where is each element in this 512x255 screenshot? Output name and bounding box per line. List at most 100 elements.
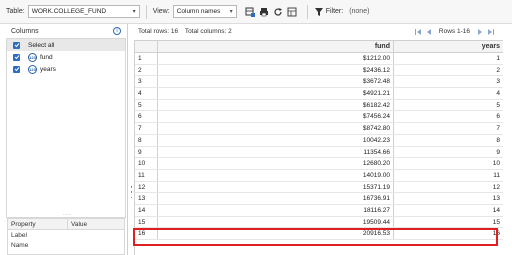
data-grid-pane: Total rows: 16 Total columns: 2 Rows 1-1… [134,24,506,255]
select-all-checkbox[interactable] [13,41,20,49]
row-number-cell: 7 [135,123,158,134]
years-cell: 4 [496,90,500,98]
filter-icon[interactable] [314,7,324,17]
view-select-value: Column names [176,8,221,15]
fund-cell: $3672.48 [158,76,394,88]
property-row: Label [11,231,27,239]
numeric-column-icon: 123 [28,52,37,62]
table-row[interactable]: 7 $8742.80 7 [135,123,503,135]
column-item-fund[interactable]: 123 fund [7,51,125,63]
grid-settings-icon[interactable] [287,7,297,17]
column-item-years[interactable]: 123 years [7,63,125,75]
previous-page-icon[interactable] [425,27,434,36]
table-properties-icon[interactable] [245,7,255,17]
row-number-cell: 14 [135,204,158,216]
properties-table: Property Value Label Name [7,218,125,255]
row-number-cell: 3 [135,76,158,88]
years-cell: 15 [492,218,500,226]
view-select[interactable]: Column names ▾ [172,5,237,18]
grid-header-row: fund years [135,41,503,53]
pager: Rows 1-16 [413,27,496,36]
row-number-cell: 5 [135,99,158,111]
table-row[interactable]: 11 14019.00 11 [135,169,503,182]
property-row: Name [11,241,29,249]
toolbar-divider [306,4,308,19]
select-all-label: Select all [28,41,55,49]
column-item-label: years [40,65,56,73]
table-row[interactable]: 2 $2436.12 2 [135,64,503,77]
view-label: View: [152,8,170,15]
table-row[interactable]: 12 15371.19 12 [135,181,503,194]
table-row[interactable]: 13 16736.91 13 [135,193,503,205]
years-cell: 7 [496,125,500,133]
toolbar: Table: WORK.COLLEGE_FUND ▾ View: Column … [0,0,512,24]
years-cell: 5 [496,101,500,109]
table-select-value: WORK.COLLEGE_FUND [31,8,107,15]
vertical-splitter-handle[interactable] [130,186,133,198]
total-columns: Total columns: 2 [184,28,232,35]
fund-cell: 16736.91 [158,193,394,204]
filter-label[interactable]: Filter: [326,8,344,15]
fund-cell: $6182.42 [158,99,394,111]
select-all-row[interactable]: Select all [7,39,125,51]
info-icon[interactable]: i [113,27,121,35]
table-row[interactable]: 1 $1212.00 1 [135,53,503,65]
fund-cell: 14019.00 [158,169,394,181]
years-cell: 12 [492,183,500,191]
table-select[interactable]: WORK.COLLEGE_FUND ▾ [27,5,140,18]
table-row[interactable]: 16 20916.53 16 [135,228,503,240]
years-checkbox[interactable] [13,65,20,73]
print-icon[interactable] [259,7,269,17]
row-number-cell: 6 [135,111,158,123]
years-cell: 16 [492,230,500,238]
years-cell: 14 [492,206,500,214]
table-row[interactable]: 5 $6182.42 5 [135,99,503,112]
chevron-down-icon: ▾ [229,9,233,15]
filter-value: (none) [349,8,370,15]
years-cell: 6 [496,113,500,121]
next-page-icon[interactable] [475,27,484,36]
value-column-header: Value [71,220,88,228]
fund-cell: 10042.23 [158,134,394,146]
total-rows: Total rows: 16 [138,28,179,35]
table-row[interactable]: 9 11354.66 9 [135,146,503,159]
table-row[interactable]: 10 12680.20 10 [135,158,503,170]
rows-range: Rows 1-16 [438,28,470,35]
row-number-cell: 1 [135,53,158,64]
refresh-icon[interactable] [273,7,283,17]
years-cell: 11 [493,171,500,179]
table-row[interactable]: 14 18116.27 14 [135,204,503,217]
row-number-cell: 9 [135,146,158,158]
row-number-cell: 13 [135,193,158,204]
check-icon [14,67,19,72]
first-page-icon[interactable] [414,27,423,36]
row-number-cell: 15 [135,216,158,228]
table-row[interactable]: 15 19509.44 15 [135,216,503,229]
fund-cell: $4921.21 [158,88,394,99]
table-row[interactable]: 6 $7456.24 6 [135,111,503,124]
row-number-cell: 4 [135,88,158,99]
horizontal-splitter-handle[interactable]: ····· [6,212,128,218]
table-row[interactable]: 3 $3672.48 3 [135,76,503,89]
column-header-fund[interactable]: fund [158,41,394,52]
row-number-cell: 2 [135,64,158,76]
chevron-down-icon: ▾ [132,9,136,15]
fund-cell: $7456.24 [158,111,394,123]
table-row[interactable]: 4 $4921.21 4 [135,88,503,100]
last-page-icon[interactable] [486,27,495,36]
grid-body: 1 $1212.00 1 2 $2436.12 2 3 $3672.48 3 4 $4921.21 4… [135,53,503,240]
row-number-cell: 8 [135,134,158,146]
table-row[interactable]: 8 10042.23 8 [135,134,503,147]
column-item-label: fund [40,53,53,61]
fund-cell: 19509.44 [158,216,394,228]
row-number-cell: 10 [135,158,158,169]
fund-checkbox[interactable] [13,53,20,61]
table-label: Table: [6,8,25,15]
fund-cell: $2436.12 [158,64,394,76]
years-cell: 1 [496,55,500,62]
toolbar-divider [145,4,147,19]
column-header-years[interactable]: years [394,41,503,52]
check-icon [14,55,19,60]
row-number-cell: 16 [135,228,158,239]
years-cell: 13 [492,195,500,203]
